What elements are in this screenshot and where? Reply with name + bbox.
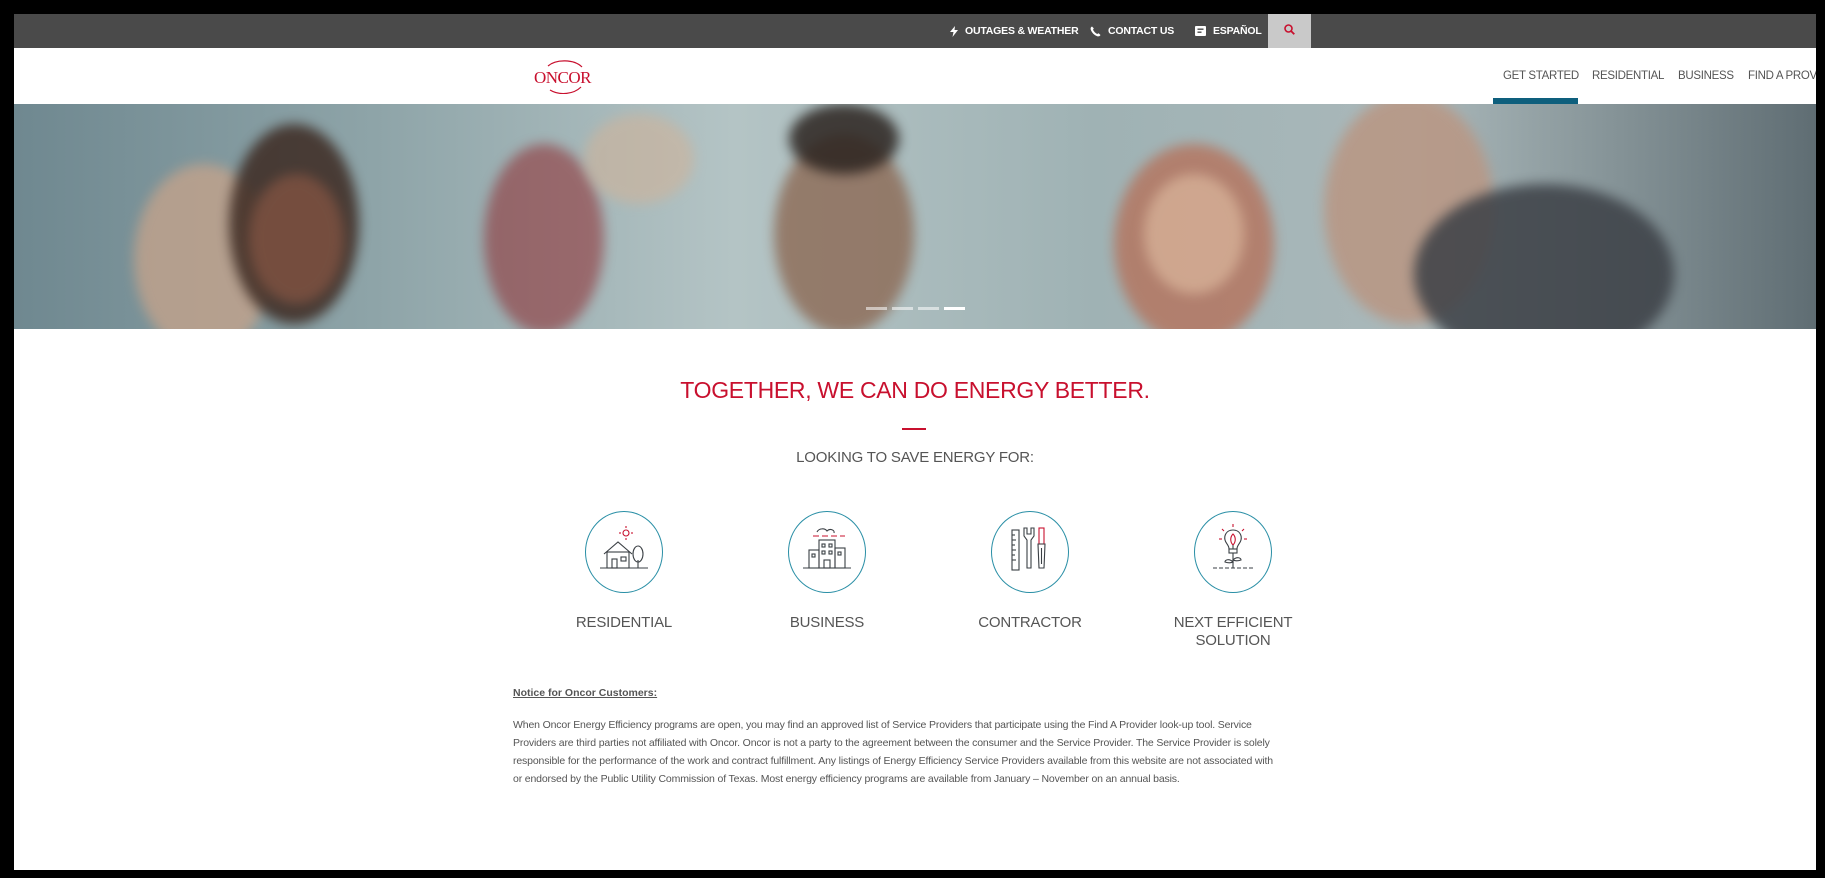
headline-divider	[902, 428, 926, 430]
nav-find-a-provider[interactable]: FIND A PROVIDER	[1748, 48, 1816, 104]
notice-body: When Oncor Energy Efficiency programs ar…	[513, 719, 1273, 785]
logo-text: ONCOR	[534, 68, 592, 87]
category-label: CONTRACTOR	[978, 614, 1082, 631]
carousel-dot-3[interactable]	[918, 307, 939, 310]
search-button[interactable]	[1268, 14, 1311, 48]
oncor-logo[interactable]: ONCOR	[534, 60, 592, 94]
carousel-indicators	[866, 307, 965, 310]
hero-carousel	[14, 104, 1816, 329]
outages-weather-label: OUTAGES & WEATHER	[965, 25, 1079, 37]
contact-us-label: CONTACT US	[1108, 25, 1175, 37]
category-icon-circle	[1194, 511, 1272, 593]
tools-icon	[1002, 522, 1058, 583]
browser-viewport: OUTAGES & WEATHER CONTACT US ESPAÑOL ONC…	[14, 14, 1816, 870]
phone-icon	[1090, 26, 1101, 37]
customer-notice: Notice for Oncor Customers: When Oncor E…	[513, 687, 1273, 788]
building-icon	[799, 522, 855, 583]
outages-weather-link[interactable]: OUTAGES & WEATHER	[950, 14, 1079, 48]
hero-photo-figure	[789, 104, 899, 174]
nav-get-started[interactable]: GET STARTED	[1503, 48, 1579, 104]
nav-business[interactable]: BUSINESS	[1678, 48, 1734, 104]
carousel-dot-1[interactable]	[866, 307, 887, 310]
espanol-label: ESPAÑOL	[1213, 25, 1262, 37]
search-icon	[1284, 22, 1295, 40]
category-label: RESIDENTIAL	[575, 614, 673, 631]
category-icon-circle	[788, 511, 866, 593]
house-icon	[596, 522, 652, 583]
page-subheading: LOOKING TO SAVE ENERGY FOR:	[796, 449, 1034, 466]
category-next-efficient-solution[interactable]: NEXT EFFICIENT SOLUTION	[1143, 511, 1323, 650]
category-business[interactable]: BUSINESS	[737, 511, 917, 632]
notice-title: Notice for Oncor Customers:	[513, 687, 658, 699]
carousel-dot-4[interactable]	[944, 307, 965, 310]
category-label: NEXT EFFICIENT SOLUTION	[1173, 614, 1293, 649]
lightning-icon	[950, 25, 958, 37]
hero-photo-figure	[1144, 174, 1244, 294]
utility-bar: OUTAGES & WEATHER CONTACT US ESPAÑOL	[14, 14, 1816, 48]
lightbulb-icon	[1205, 522, 1261, 583]
category-icon-circle	[991, 511, 1069, 593]
category-contractor[interactable]: CONTRACTOR	[940, 511, 1120, 632]
site-header: ONCOR GET STARTED RESIDENTIAL BUSINESS F…	[14, 48, 1816, 106]
hero-photo-figure	[584, 114, 694, 204]
nav-residential[interactable]: RESIDENTIAL	[1592, 48, 1664, 104]
page-headline: TOGETHER, WE CAN DO ENERGY BETTER.	[680, 377, 1150, 403]
category-label: BUSINESS	[789, 614, 865, 631]
category-residential[interactable]: RESIDENTIAL	[534, 511, 714, 632]
hero-photo-figure	[249, 174, 344, 304]
carousel-dot-2[interactable]	[892, 307, 913, 310]
category-icon-circle	[585, 511, 663, 593]
contact-us-link[interactable]: CONTACT US	[1090, 14, 1174, 48]
espanol-link[interactable]: ESPAÑOL	[1195, 14, 1262, 48]
language-icon	[1195, 26, 1206, 36]
